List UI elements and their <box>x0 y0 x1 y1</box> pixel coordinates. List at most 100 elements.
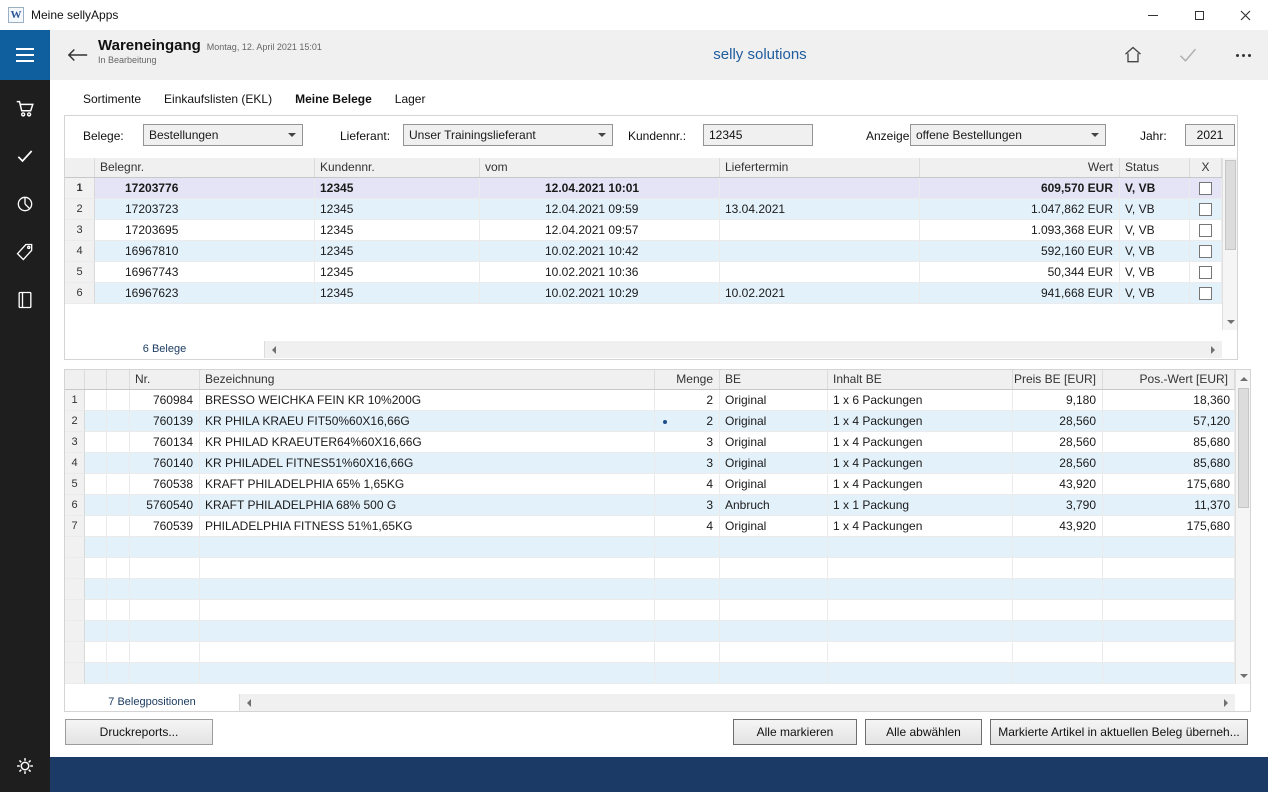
column-header[interactable]: Preis BE [EUR] <box>1013 370 1103 389</box>
column-header[interactable]: Bezeichnung <box>200 370 655 389</box>
jahr-input[interactable] <box>1185 124 1235 146</box>
positionen-row[interactable]: 3760134KR PHILAD KRAEUTER64%60X16,66G3Or… <box>65 432 1235 453</box>
anzeige-select[interactable]: offene Bestellungen <box>910 124 1106 146</box>
column-header[interactable]: Pos.-Wert [EUR] <box>1103 370 1235 389</box>
tab-einkaufslisten-ekl[interactable]: Einkaufslisten (EKL) <box>164 92 272 106</box>
marker-dot <box>663 420 667 424</box>
sidebar-item-cart[interactable] <box>0 88 50 128</box>
cell-inhalt-be: 1 x 4 Packungen <box>828 411 1013 432</box>
cell-inhalt-be: 1 x 6 Packungen <box>828 390 1013 411</box>
back-button[interactable] <box>62 40 94 70</box>
menu-button[interactable] <box>0 30 50 80</box>
scroll-right-button[interactable] <box>1205 341 1222 358</box>
row-select-checkbox[interactable] <box>1199 182 1212 195</box>
scroll-left-button[interactable] <box>265 341 282 358</box>
cell-status: V, VB <box>1120 241 1190 262</box>
arrow-right-icon <box>1211 346 1219 354</box>
scroll-down-button[interactable] <box>1223 314 1238 330</box>
cell-wert: 941,668 EUR <box>920 283 1120 304</box>
tab-sortimente[interactable]: Sortimente <box>83 92 141 106</box>
lieferant-select[interactable]: Unser Trainingslieferant <box>403 124 613 146</box>
alle-abwaehlen-button[interactable]: Alle abwählen <box>865 719 982 745</box>
chevron-down-icon <box>288 133 296 141</box>
row-number: 5 <box>65 474 85 495</box>
cell-pos-wert <box>1103 642 1235 663</box>
belege-row[interactable]: 4169678101234510.02.2021 10:42592,160 EU… <box>65 241 1222 262</box>
row-select-checkbox[interactable] <box>1199 245 1212 258</box>
sidebar-item-statistics[interactable] <box>0 184 50 224</box>
cell-be <box>720 537 828 558</box>
alle-markieren-button[interactable]: Alle markieren <box>733 719 857 745</box>
cell-liefertermin <box>720 241 920 262</box>
belege-row[interactable]: 6169676231234510.02.2021 10:2910.02.2021… <box>65 283 1222 304</box>
tab-meine-belege[interactable]: Meine Belege <box>295 92 372 106</box>
maximize-button[interactable] <box>1176 0 1222 30</box>
column-header[interactable]: Nr. <box>130 370 200 389</box>
cell-pos-wert <box>1103 663 1235 684</box>
column-header[interactable]: Kundennr. <box>315 158 480 177</box>
sidebar-item-catalog[interactable] <box>0 280 50 320</box>
cell-inhalt-be: 1 x 1 Packung <box>828 495 1013 516</box>
cell-inhalt-be: 1 x 4 Packungen <box>828 474 1013 495</box>
belege-row[interactable]: 2172037231234512.04.2021 09:5913.04.2021… <box>65 199 1222 220</box>
column-header[interactable]: BE <box>720 370 828 389</box>
cell-kundennr: 12345 <box>315 220 480 241</box>
positionen-empty-row <box>65 600 1235 621</box>
cell-menge <box>655 558 720 579</box>
more-options-button[interactable] <box>1223 40 1263 70</box>
tab-lager[interactable]: Lager <box>395 92 426 106</box>
column-header[interactable]: Belegnr. <box>95 158 315 177</box>
scroll-right-button[interactable] <box>1218 694 1235 711</box>
marker-cell <box>107 600 130 621</box>
sidebar-item-prices[interactable] <box>0 232 50 272</box>
home-button[interactable] <box>1113 40 1153 70</box>
column-header[interactable]: Inhalt BE <box>828 370 1013 389</box>
cell-select <box>1190 178 1222 199</box>
positionen-row[interactable]: 1760984BRESSO WEICHKA FEIN KR 10%200G2Or… <box>65 390 1235 411</box>
positionen-row[interactable]: 7760539PHILADELPHIA FITNESS 51%1,65KG4Or… <box>65 516 1235 537</box>
sidebar-item-settings[interactable] <box>0 746 50 786</box>
belege-row[interactable]: 1172037761234512.04.2021 10:01609,570 EU… <box>65 178 1222 199</box>
cell-menge <box>655 663 720 684</box>
belege-select[interactable]: Bestellungen <box>143 124 303 146</box>
column-header[interactable]: X <box>1190 158 1222 177</box>
row-select-checkbox[interactable] <box>1199 266 1212 279</box>
row-select-checkbox[interactable] <box>1199 224 1212 237</box>
uebernehmen-button[interactable]: Markierte Artikel in aktuellen Beleg übe… <box>990 719 1248 745</box>
scrollbar-thumb[interactable] <box>1225 160 1236 250</box>
druckreports-button[interactable]: Druckreports... <box>65 719 213 745</box>
cell-bezeichnung: KRAFT PHILADELPHIA 68% 500 G <box>200 495 655 516</box>
row-number: 2 <box>65 411 85 432</box>
cell-preis-be: 28,560 <box>1013 411 1103 432</box>
positionen-row[interactable]: 2760139KR PHILA KRAEU FIT50%60X16,66G2Or… <box>65 411 1235 432</box>
kundennr-input[interactable] <box>703 124 813 146</box>
positionen-row[interactable]: 4760140KR PHILADEL FITNES51%60X16,66G3Or… <box>65 453 1235 474</box>
column-header[interactable]: vom <box>480 158 720 177</box>
scroll-up-button[interactable] <box>1236 370 1251 386</box>
cell-pos-wert: 85,680 <box>1103 432 1235 453</box>
positionen-count-tab[interactable]: 7 Belegpositionen <box>65 694 240 711</box>
confirm-button[interactable] <box>1168 40 1208 70</box>
cell-inhalt-be <box>828 642 1013 663</box>
column-header[interactable]: Wert <box>920 158 1120 177</box>
row-select-checkbox[interactable] <box>1199 203 1212 216</box>
row-select-checkbox[interactable] <box>1199 287 1212 300</box>
belege-row[interactable]: 5169677431234510.02.2021 10:3650,344 EUR… <box>65 262 1222 283</box>
scrollbar-thumb[interactable] <box>1238 388 1249 508</box>
belege-row[interactable]: 3172036951234512.04.2021 09:571.093,368 … <box>65 220 1222 241</box>
scroll-left-button[interactable] <box>240 694 257 711</box>
positionen-vertical-scrollbar <box>1235 370 1250 684</box>
positionen-row[interactable]: 5760538KRAFT PHILADELPHIA 65% 1,65KG4Ori… <box>65 474 1235 495</box>
column-header[interactable]: Liefertermin <box>720 158 920 177</box>
scroll-down-button[interactable] <box>1236 668 1251 684</box>
close-button[interactable] <box>1222 0 1268 30</box>
cell-preis-be <box>1013 621 1103 642</box>
cell-bezeichnung <box>200 600 655 621</box>
sidebar-item-tasks[interactable] <box>0 136 50 176</box>
positionen-row[interactable]: 65760540KRAFT PHILADELPHIA 68% 500 G3Anb… <box>65 495 1235 516</box>
minimize-button[interactable] <box>1130 0 1176 30</box>
belege-count-tab[interactable]: 6 Belege <box>65 341 265 358</box>
column-header[interactable]: Status <box>1120 158 1190 177</box>
cell-be <box>720 579 828 600</box>
column-header[interactable]: Menge <box>655 370 720 389</box>
